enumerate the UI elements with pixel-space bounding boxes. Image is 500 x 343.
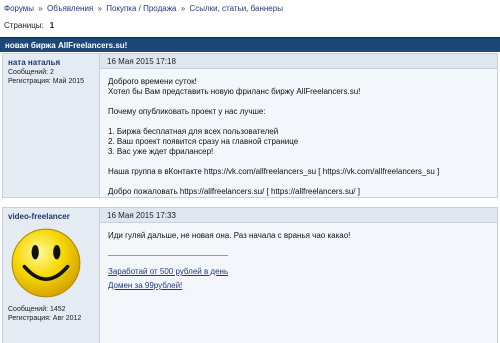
signature-link-earn[interactable]: Заработай от 500 рублей в день [108, 267, 489, 277]
post: video-freelancer Сообщений: 1452 Регистр… [2, 207, 498, 343]
post-content: 16 Мая 2015 17:33 Иди гуляй дальше, не н… [100, 208, 497, 343]
post-line-vk-link[interactable]: Наша группа в вКонтакте https://vk.com/a… [108, 167, 489, 177]
post-line: 1. Биржа бесплатная для всех пользовател… [108, 127, 279, 136]
post-line-site-link[interactable]: Добро пожаловать https://allfreelancers.… [108, 187, 489, 197]
post: ната наталья Сообщений: 2 Регистрация: М… [2, 53, 498, 198]
thread-title: новая биржа AllFreelancers.su! [5, 41, 128, 50]
post-author-registered: Регистрация: Май 2015 [8, 78, 85, 85]
breadcrumb-separator: » [38, 4, 43, 13]
signature-divider [108, 255, 228, 256]
smiley-face-icon [11, 228, 81, 298]
post-line: 2. Ваш проект появится сразу на главной … [108, 137, 299, 146]
signature-link-domain[interactable]: Домен за 99рублей! [108, 281, 489, 291]
post-author-panel: video-freelancer Сообщений: 1452 Регистр… [3, 208, 100, 343]
pagination: Страницы: 1 [4, 19, 54, 33]
post-line: Хотел бы Вам представить новую фриланс б… [108, 87, 361, 96]
post-author-messages: Сообщений: 2 [8, 69, 54, 76]
breadcrumb-link-links-articles[interactable]: Ссылки, статьи, баннеры [189, 4, 283, 13]
post-line: Доброго времени суток! [108, 77, 197, 86]
breadcrumb-separator: » [180, 4, 186, 13]
post-author-registered: Регистрация: Авг 2012 [8, 315, 82, 322]
thread-title-bar: новая биржа AllFreelancers.su! [0, 37, 500, 52]
post-date: 16 Мая 2015 17:33 [100, 208, 497, 223]
post-body: Доброго времени суток! Хотел бы Вам пред… [100, 69, 497, 205]
post-author-name[interactable]: video-freelancer [8, 211, 94, 222]
breadcrumb-link-announcements[interactable]: Объявления [47, 4, 93, 13]
post-body: Иди гуляй дальше, не новая она. Раз нача… [100, 223, 497, 303]
post-date: 16 Мая 2015 17:18 [100, 54, 497, 69]
signature: Заработай от 500 рублей в день Домен за … [108, 267, 489, 291]
breadcrumb-link-buy-sell[interactable]: Покупка / Продажа [106, 4, 176, 13]
post-author-messages: Сообщений: 1452 [8, 306, 66, 313]
post-author-name[interactable]: ната наталья [8, 57, 94, 68]
post-line: Почему опубликовать проект у нас лучше: [108, 107, 266, 116]
post-text: Иди гуляй дальше, не новая она. Раз нача… [108, 231, 351, 240]
post-line: 3. Вас уже ждет фрилансер! [108, 147, 214, 156]
breadcrumb: Форумы » Объявления » Покупка / Продажа … [4, 1, 283, 17]
breadcrumb-link-forums[interactable]: Форумы [4, 4, 34, 13]
post-content: 16 Мая 2015 17:18 Доброго времени суток!… [100, 54, 497, 197]
breadcrumb-separator: » [97, 4, 102, 13]
page-current[interactable]: 1 [50, 21, 54, 30]
post-author-panel: ната наталья Сообщений: 2 Регистрация: М… [3, 54, 100, 197]
pages-label: Страницы: [4, 21, 44, 30]
